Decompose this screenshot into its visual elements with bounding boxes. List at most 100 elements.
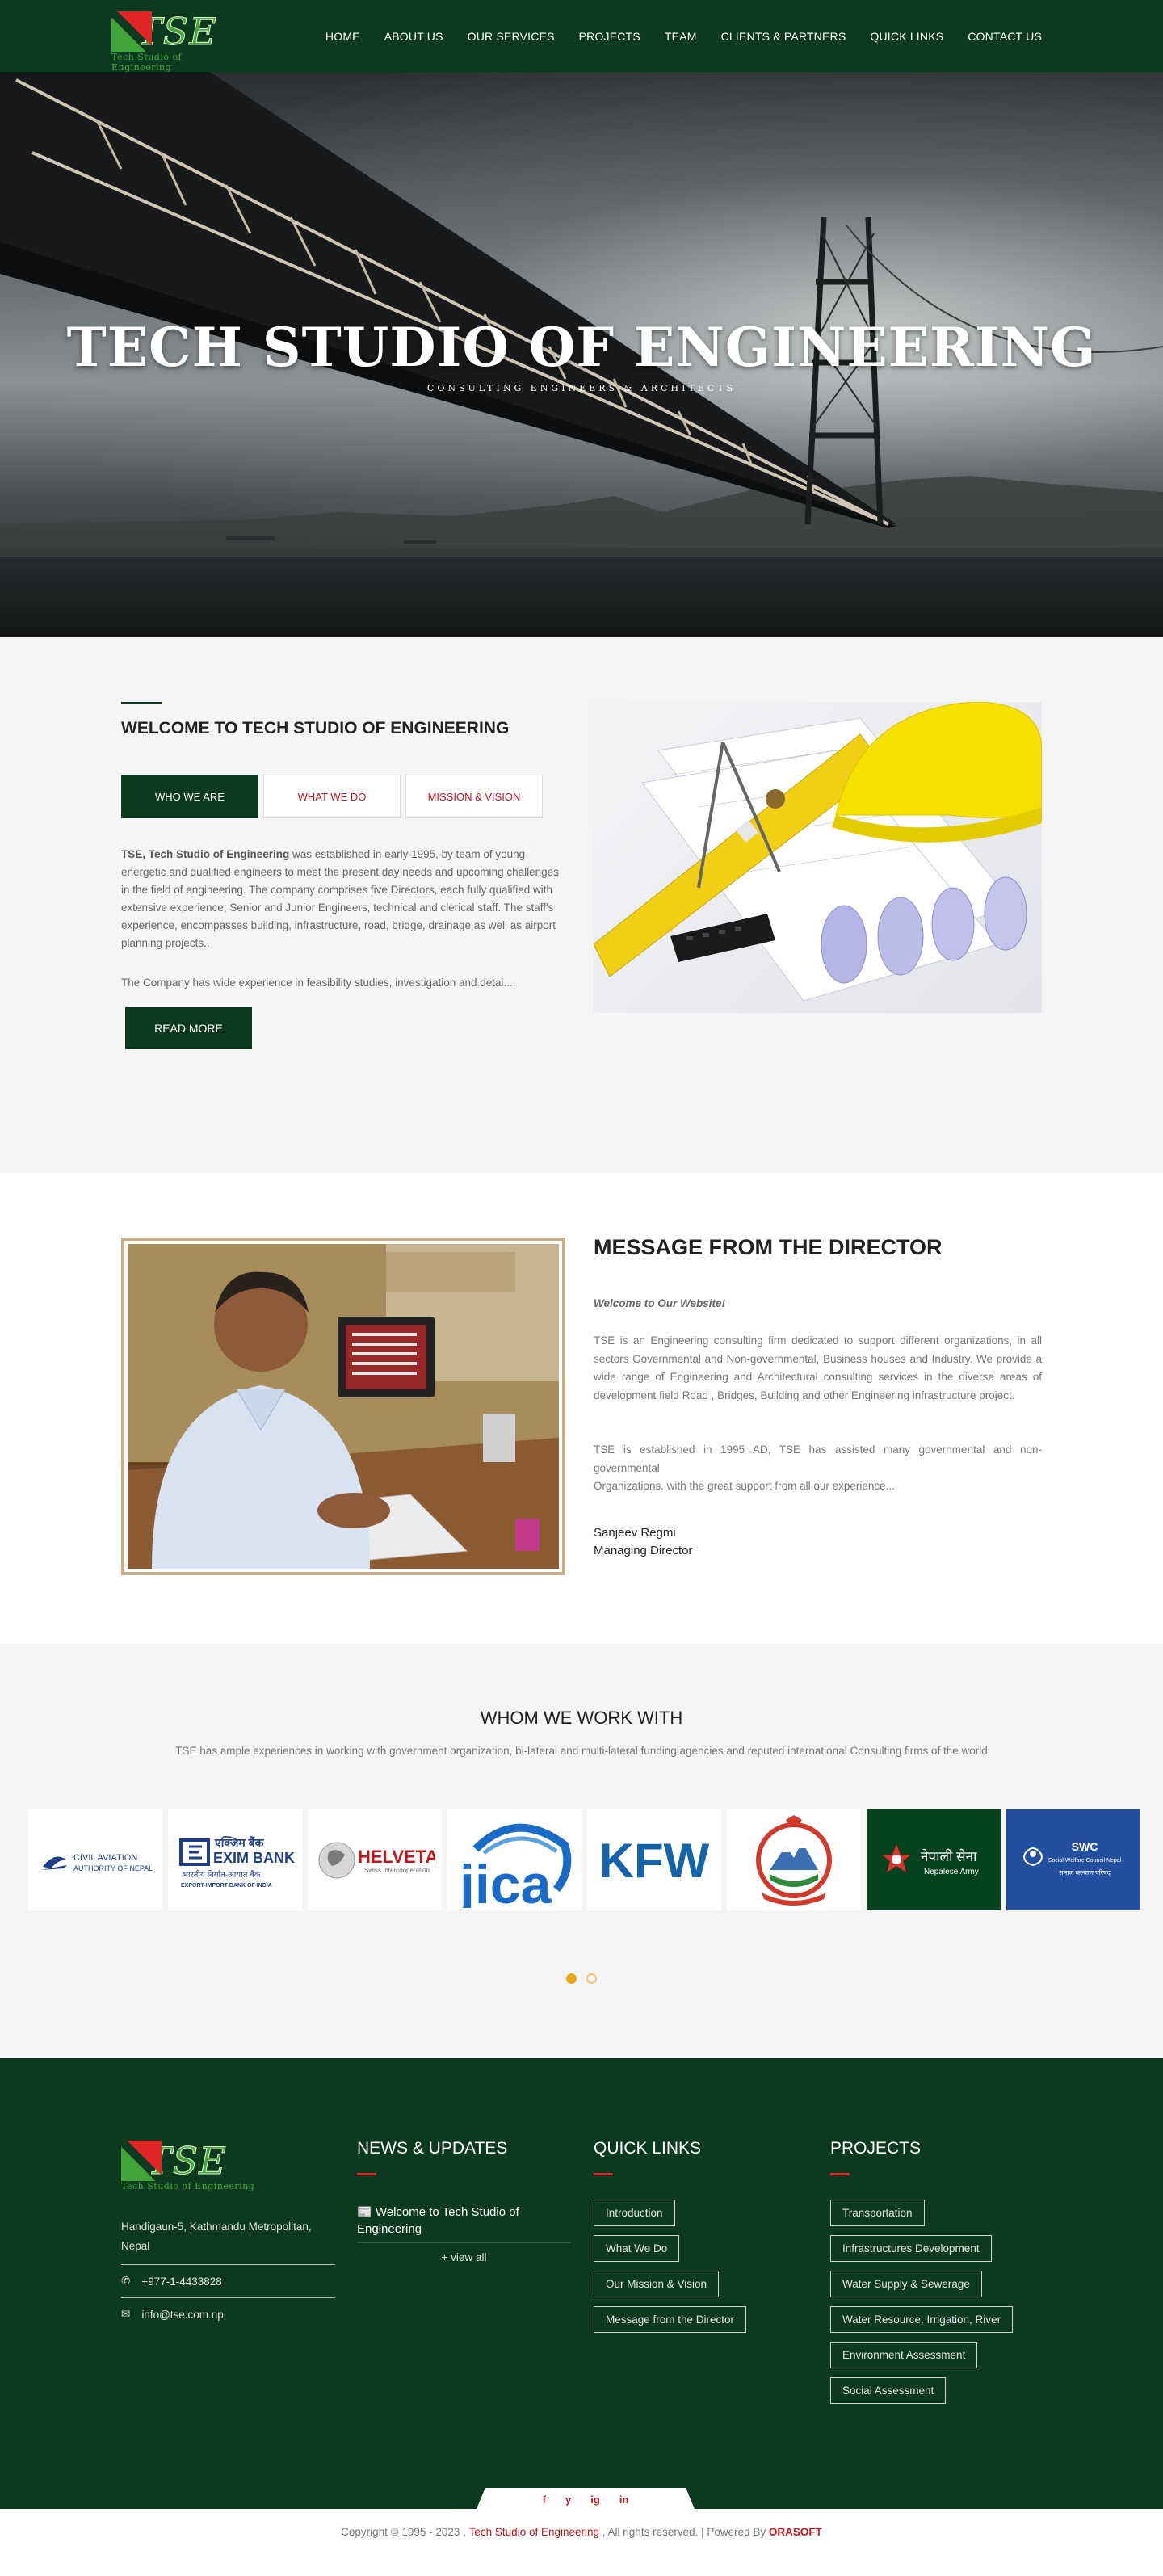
partner-logo-jica[interactable]: jica (447, 1809, 582, 1910)
footer-phone-text[interactable]: +977-1-4433828 (141, 2276, 221, 2288)
news-heading: NEWS & UPDATES (357, 2139, 508, 2158)
envelope-icon: ✉ (121, 2308, 131, 2320)
project-link-transportation[interactable]: Transportation (830, 2200, 925, 2226)
quick-link-introduction[interactable]: Introduction (594, 2200, 675, 2226)
projects-underline (830, 2173, 850, 2175)
project-link-water-supply[interactable]: Water Supply & Sewerage (830, 2271, 982, 2297)
exim-nepali: एक्जिम बैंक (214, 1836, 265, 1849)
partner-logo-nepal-government[interactable] (727, 1809, 861, 1910)
site-logo[interactable]: TSE Tech Studio of Engineering (111, 10, 245, 73)
swc-nepali: समाज कल्याण परिषद् (1059, 1868, 1111, 1877)
engineering-tools-image (594, 702, 1042, 1013)
phone-icon: ✆ (121, 2275, 131, 2287)
quick-link-what-we-do[interactable]: What We Do (594, 2235, 680, 2262)
copyright-bar: Copyright © 1995 - 2023 , Tech Studio of… (0, 2509, 1163, 2554)
project-link-water-resource[interactable]: Water Resource, Irrigation, River (830, 2306, 1014, 2333)
tab-who-we-are[interactable]: WHO WE ARE (121, 775, 258, 818)
director-photo (121, 1238, 565, 1575)
army-english: Nepalese Army (924, 1868, 979, 1876)
footer-email-text[interactable]: info@tse.com.np (141, 2309, 224, 2321)
nav-contact-us[interactable]: CONTACT US (968, 30, 1042, 43)
jica-wordmark: jica (458, 1854, 552, 1908)
footer-email: ✉ info@tse.com.np (121, 2297, 335, 2330)
copyright-prefix: Copyright © 1995 - 2023 , (341, 2525, 466, 2538)
project-link-environment[interactable]: Environment Assessment (830, 2342, 978, 2368)
project-link-social[interactable]: Social Assessment (830, 2377, 947, 2404)
tab-mission-vision[interactable]: MISSION & VISION (405, 775, 543, 818)
director-para1: TSE is an Engineering consulting firm de… (594, 1334, 1042, 1401)
tab-what-we-do[interactable]: WHAT WE DO (263, 775, 401, 818)
powered-by-link[interactable]: ORASOFT (769, 2526, 822, 2538)
news-divider (357, 2242, 571, 2243)
director-role: Managing Director (594, 1544, 693, 1557)
site-footer: TSE Tech Studio of Engineering Handigaun… (0, 2058, 1163, 2509)
nav-home[interactable]: HOME (325, 30, 360, 43)
logo-square-icon (111, 11, 152, 52)
copyright-company-link[interactable]: Tech Studio of Engineering (469, 2526, 599, 2538)
nav-quick-links[interactable]: QUICK LINKS (870, 30, 943, 43)
nav-about-us[interactable]: ABOUT US (384, 30, 443, 43)
swc-name: SWC (1072, 1840, 1098, 1853)
exim-sub1: भारतीय निर्यात-आयात बैंक (183, 1870, 261, 1880)
project-link-infrastructure[interactable]: Infrastructures Development (830, 2235, 992, 2262)
hero-banner: TECH STUDIO OF ENGINEERING CONSULTING EN… (0, 72, 1163, 637)
partner-logo-swc[interactable]: SWC Social Welfare Council Nepal समाज कल… (1006, 1809, 1140, 1910)
partner-logo-helvetas[interactable]: HELVETAS Swiss Intercooperation (308, 1809, 442, 1910)
army-nepali: नेपाली सेना (921, 1848, 977, 1864)
nav-team[interactable]: TEAM (665, 30, 697, 43)
quick-links-list: Introduction What We Do Our Mission & Vi… (594, 2200, 747, 2333)
welcome-section: WELCOME TO TECH STUDIO OF ENGINEERING WH… (0, 637, 1163, 1173)
footer-address: Handigaun-5, Kathmandu Metropolitan, Nep… (121, 2221, 312, 2252)
newspaper-icon: 📰 (357, 2205, 372, 2219)
partner-logo-kfw[interactable]: KFW (587, 1809, 721, 1910)
hero-subtitle: CONSULTING ENGINEERS & ARCHITECTS (426, 383, 737, 393)
partner-logo-caan[interactable]: CIVIL AVIATION AUTHORITY OF NEPAL (28, 1809, 162, 1910)
footer-logo[interactable]: TSE Tech Studio of Engineering (121, 2139, 275, 2200)
quick-link-mission-vision[interactable]: Our Mission & Vision (594, 2271, 720, 2297)
partners-section: WHOM WE WORK WITH TSE has ample experien… (0, 1644, 1163, 2058)
helvetas-sub: Swiss Intercooperation (364, 1867, 430, 1874)
quick-links-underline (594, 2173, 613, 2175)
welcome-intro: TSE, Tech Studio of Engineering was esta… (121, 846, 565, 952)
main-nav: HOME ABOUT US OUR SERVICES PROJECTS TEAM… (325, 30, 1042, 43)
footer-logo-mark: TSE (121, 2139, 275, 2183)
footer-logo-square-icon (121, 2141, 162, 2181)
projects-heading: PROJECTS (830, 2139, 922, 2158)
nav-our-services[interactable]: OUR SERVICES (468, 30, 555, 43)
instagram-icon[interactable]: ig (590, 2494, 600, 2506)
logo-mark: TSE (111, 10, 245, 54)
carousel-dot-2[interactable] (586, 1973, 597, 1984)
linkedin-icon[interactable]: in (619, 2494, 629, 2506)
hero-title: TECH STUDIO OF ENGINEERING (66, 316, 1097, 379)
nav-clients-partners[interactable]: CLIENTS & PARTNERS (721, 30, 846, 43)
news-heading-underline (357, 2173, 376, 2175)
partners-description: TSE has ample experiences in working wit… (175, 1745, 988, 1757)
carousel-dots (0, 1973, 1163, 1984)
caan-name-line1: CIVIL AVIATION (73, 1853, 137, 1863)
news-item[interactable]: 📰 Welcome to Tech Studio of Engineering (357, 2204, 571, 2238)
read-more-button[interactable]: READ MORE (125, 1007, 252, 1049)
exim-sub2: EXPORT-IMPORT BANK OF INDIA (181, 1883, 272, 1889)
news-item-title: Welcome to Tech Studio of Engineering (357, 2205, 519, 2236)
facebook-icon[interactable]: f (543, 2494, 546, 2506)
partner-logo-nepalese-army[interactable]: नेपाली सेना Nepalese Army (867, 1809, 1001, 1910)
welcome-para2: The Company has wide experience in feasi… (121, 977, 516, 989)
director-name: Sanjeev Regmi (594, 1526, 676, 1540)
section-accent-bar (121, 702, 162, 704)
top-navbar: TSE Tech Studio of Engineering HOME ABOU… (0, 0, 1163, 73)
footer-contact-column: TSE Tech Studio of Engineering Handigaun… (121, 2139, 335, 2330)
nav-projects[interactable]: PROJECTS (579, 30, 640, 43)
twitter-icon[interactable]: y (565, 2494, 571, 2506)
footer-news-column: NEWS & UPDATES 📰 Welcome to Tech Studio … (357, 2139, 571, 2263)
kfw-wordmark: KFW (599, 1834, 710, 1888)
view-all-link[interactable]: + view all (357, 2251, 571, 2263)
swc-sub: Social Welfare Council Nepal (1048, 1858, 1122, 1864)
carousel-dot-1[interactable] (566, 1973, 577, 1984)
partner-logo-exim-bank[interactable]: एक्जिम बैंक EXIM BANK भारतीय निर्यात-आया… (168, 1809, 302, 1910)
director-signature: Sanjeev Regmi Managing Director (594, 1524, 693, 1560)
quick-link-director-message[interactable]: Message from the Director (594, 2306, 747, 2333)
quick-links-heading: QUICK LINKS (594, 2139, 702, 2158)
social-links: f y ig in (477, 2488, 695, 2509)
welcome-tabs: WHO WE ARE WHAT WE DO MISSION & VISION (121, 775, 543, 818)
copyright-middle: , All rights reserved. | Powered By (602, 2525, 766, 2538)
